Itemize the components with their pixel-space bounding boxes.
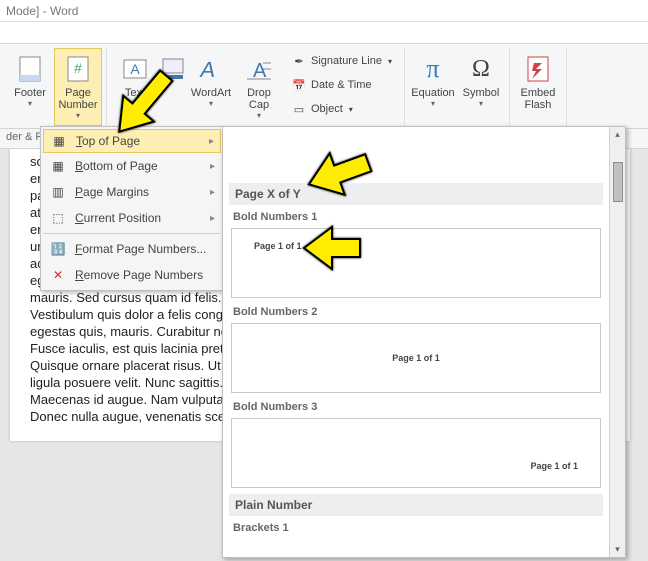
menu-separator: [43, 233, 221, 234]
wordart-button[interactable]: A WordArt▾: [187, 48, 235, 126]
date-time-icon: 📅: [291, 77, 307, 93]
gallery-scrollbar[interactable]: ▴ ▾: [609, 127, 625, 557]
page-number-icon: #: [62, 53, 94, 85]
text-box-button[interactable]: A Text Box▾: [111, 48, 159, 126]
menu-page-margins[interactable]: ▥ Page Margins ▸: [43, 179, 221, 205]
wordart-icon: A: [195, 53, 227, 85]
chevron-right-icon: ▸: [210, 213, 215, 224]
gallery-item-bold2[interactable]: Page 1 of 1: [231, 323, 601, 393]
equation-icon: π: [417, 53, 449, 85]
current-pos-icon: ⬚: [49, 209, 67, 227]
menu-bottom-of-page[interactable]: ▦ Bottom of Page ▸: [43, 153, 221, 179]
window-title: Mode] - Word: [0, 0, 648, 22]
flash-icon: [522, 53, 554, 85]
menu-remove-page-numbers[interactable]: ✕ Remove Page Numbers: [43, 262, 221, 288]
quick-parts-icon: [157, 53, 189, 85]
object-button[interactable]: ▭Object ▾: [287, 98, 396, 120]
svg-text:A: A: [199, 57, 218, 82]
menu-format-page-numbers[interactable]: 🔢 Format Page Numbers...: [43, 236, 221, 262]
date-time-button[interactable]: 📅Date & Time: [287, 74, 396, 96]
footer-button[interactable]: Footer▾: [6, 48, 54, 126]
remove-icon: ✕: [49, 266, 67, 284]
scroll-down-icon[interactable]: ▾: [610, 542, 625, 557]
gallery-item-bold2-label: Bold Numbers 2: [229, 304, 603, 320]
gallery-item-bold1[interactable]: Page 1 of 1: [231, 228, 601, 298]
equation-button[interactable]: π Equation▾: [409, 48, 457, 126]
svg-text:A: A: [130, 61, 140, 77]
ribbon-toolbar: Footer▾ # Page Number▾ A Text Box▾ A Wor…: [0, 44, 648, 129]
chevron-right-icon: ▸: [209, 136, 214, 147]
embed-flash-button[interactable]: Embed Flash: [514, 48, 562, 126]
symbol-icon: Ω: [465, 53, 497, 85]
top-page-icon: ▦: [50, 132, 68, 150]
chevron-right-icon: ▸: [210, 187, 215, 198]
bottom-page-icon: ▦: [49, 157, 67, 175]
page-number-gallery: Page X of Y Bold Numbers 1 Page 1 of 1 B…: [222, 126, 626, 558]
chevron-right-icon: ▸: [210, 161, 215, 172]
quick-parts-button[interactable]: [159, 48, 187, 126]
scroll-up-icon[interactable]: ▴: [610, 127, 625, 142]
symbol-button[interactable]: Ω Symbol▾: [457, 48, 505, 126]
object-icon: ▭: [291, 101, 307, 117]
drop-cap-button[interactable]: A Drop Cap▾: [235, 48, 283, 126]
page-number-menu: ▦ TTop of Pageop of Page ▸ ▦ Bottom of P…: [40, 126, 224, 291]
gallery-group-plain-number: Plain Number: [229, 494, 603, 516]
svg-text:#: #: [74, 60, 82, 76]
margins-icon: ▥: [49, 183, 67, 201]
footer-icon: [14, 53, 46, 85]
menu-top-of-page[interactable]: ▦ TTop of Pageop of Page ▸: [43, 129, 221, 153]
gallery-group-page-x-of-y: Page X of Y: [229, 183, 603, 205]
gallery-item-bold1-label: Bold Numbers 1: [229, 209, 603, 225]
format-icon: 🔢: [49, 240, 67, 258]
gallery-item-brackets1-label: Brackets 1: [229, 520, 603, 536]
scroll-thumb[interactable]: [613, 162, 623, 202]
signature-icon: ✒: [291, 53, 307, 69]
ribbon-tabs[interactable]: [0, 22, 648, 44]
text-box-icon: A: [119, 53, 151, 85]
page-number-button[interactable]: # Page Number▾: [54, 48, 102, 126]
menu-current-position[interactable]: ⬚ Current Position ▸: [43, 205, 221, 231]
signature-line-button[interactable]: ✒Signature Line ▾: [287, 50, 396, 72]
drop-cap-icon: A: [243, 53, 275, 85]
gallery-item-bold3-label: Bold Numbers 3: [229, 399, 603, 415]
gallery-item-bold3[interactable]: Page 1 of 1: [231, 418, 601, 488]
